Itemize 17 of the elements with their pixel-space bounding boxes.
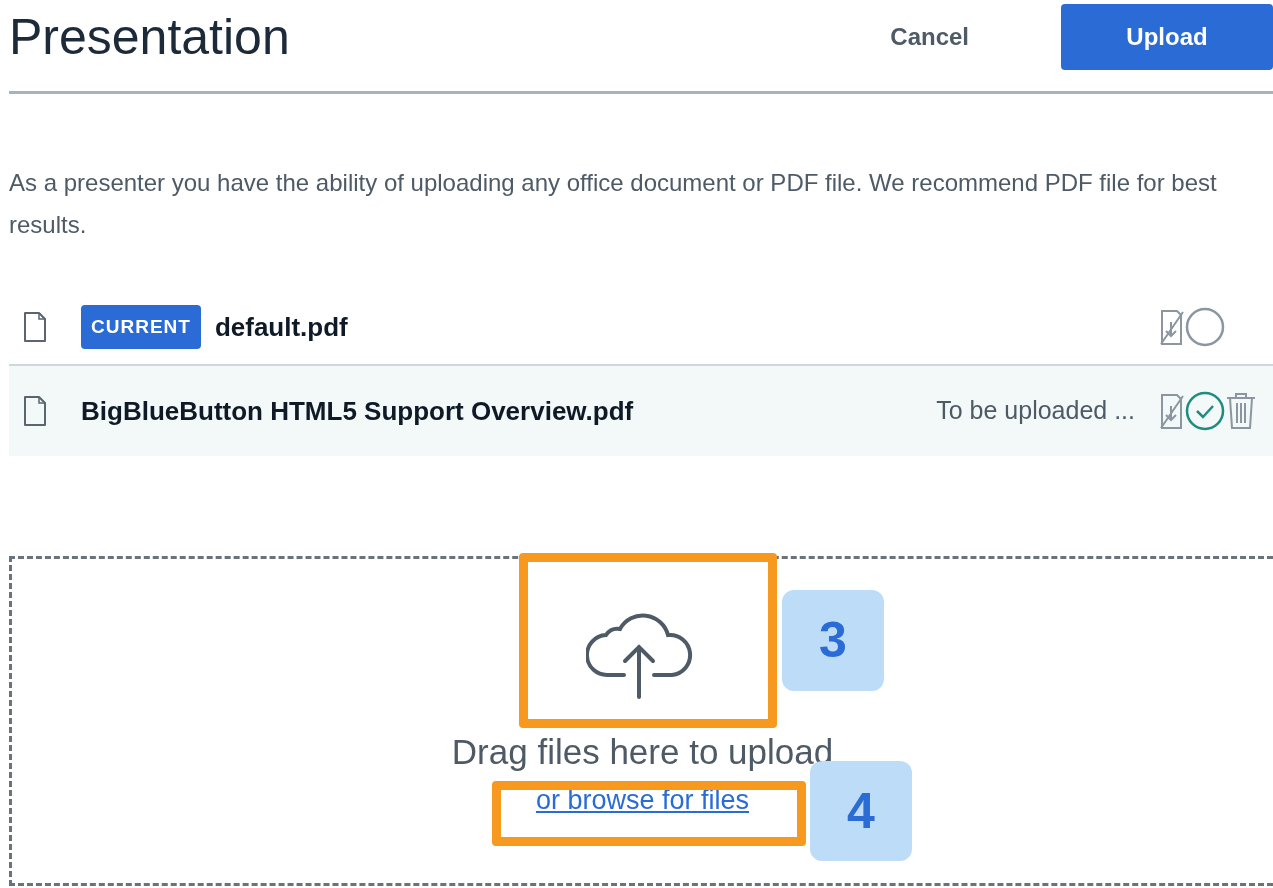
document-icon (23, 395, 47, 427)
modal-title: Presentation (9, 11, 290, 62)
upload-status: To be uploaded ... (936, 395, 1135, 427)
dropzone[interactable]: Drag files here to upload or browse for files 3 4 (9, 556, 1273, 886)
current-badge: CURRENT (81, 304, 201, 350)
intro-text: As a presenter you have the ability of uploading any office document or PDF file. We recommend PDF file for best results. (9, 168, 1218, 240)
file-row[interactable]: BigBlueButton HTML5 Support Overview.pdf To be uploaded ... (9, 366, 1273, 456)
circle-icon[interactable] (1185, 307, 1225, 347)
upload-button[interactable]: Upload (1061, 3, 1273, 70)
browse-link[interactable]: or browse for files (535, 785, 750, 816)
cancel-button[interactable]: Cancel (884, 17, 975, 56)
file-name: default.pdf (214, 310, 348, 344)
check-circle-icon[interactable] (1185, 391, 1225, 431)
trash-icon[interactable] (1225, 392, 1257, 430)
document-icon (23, 311, 47, 343)
file-name: BigBlueButton HTML5 Support Overview.pdf (81, 394, 634, 428)
callout-number: 3 (782, 590, 884, 691)
